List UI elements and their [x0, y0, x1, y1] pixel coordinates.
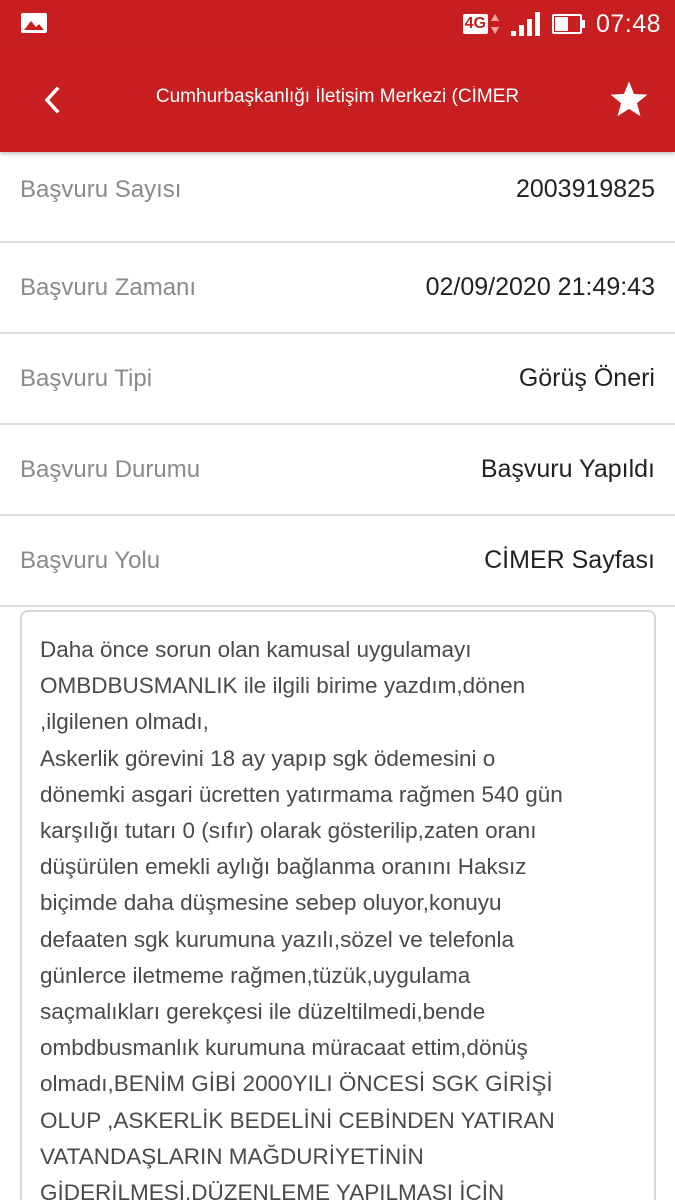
- data-arrows-icon: [490, 14, 499, 34]
- application-message: Daha önce sorun olan kamusal uygulamayı …: [20, 610, 656, 1200]
- detail-row-application-status: Başvuru Durumu Başvuru Yapıldı: [0, 425, 675, 516]
- detail-row-application-channel: Başvuru Yolu CİMER Sayfası: [0, 516, 675, 607]
- detail-row-application-time: Başvuru Zamanı 02/09/2020 21:49:43: [0, 243, 675, 334]
- signal-icon: [510, 12, 540, 36]
- detail-row-application-type: Başvuru Tipi Görüş Öneri: [0, 334, 675, 425]
- detail-value: Görüş Öneri: [518, 364, 655, 392]
- detail-label: Başvuru Yolu: [20, 546, 161, 574]
- detail-label: Başvuru Tipi: [20, 364, 153, 392]
- clock: 07:48: [595, 9, 661, 38]
- detail-row-application-number: Başvuru Sayısı 2003919825: [0, 152, 675, 243]
- detail-value: 02/09/2020 21:49:43: [425, 273, 655, 301]
- detail-value: CİMER Sayfası: [484, 546, 655, 574]
- app-bar: Cumhurbaşkanlığı İletişim Merkezi (CİMER: [0, 48, 675, 152]
- back-arrow-icon: [44, 86, 60, 114]
- detail-label: Başvuru Durumu: [20, 455, 201, 483]
- detail-label: Başvuru Sayısı: [20, 175, 182, 203]
- network-4g-icon: 4G: [462, 13, 500, 35]
- page-title: Cumhurbaşkanlığı İletişim Merkezi (CİMER: [155, 86, 520, 107]
- status-bar: 4G 07:48: [0, 0, 675, 48]
- network-type: 4G: [462, 14, 488, 34]
- status-indicators: 4G 07:48: [462, 6, 661, 42]
- battery-icon: [551, 14, 585, 34]
- application-details[interactable]: Başvuru Sayısı 2003919825 Başvuru Zamanı…: [0, 152, 675, 1200]
- back-button[interactable]: [30, 78, 74, 122]
- detail-value: 2003919825: [515, 175, 655, 203]
- detail-label: Başvuru Zamanı: [20, 273, 197, 301]
- star-icon: [610, 81, 648, 117]
- detail-value: Başvuru Yapıldı: [480, 455, 655, 483]
- image-icon: [21, 13, 47, 33]
- favorite-button[interactable]: [605, 76, 653, 124]
